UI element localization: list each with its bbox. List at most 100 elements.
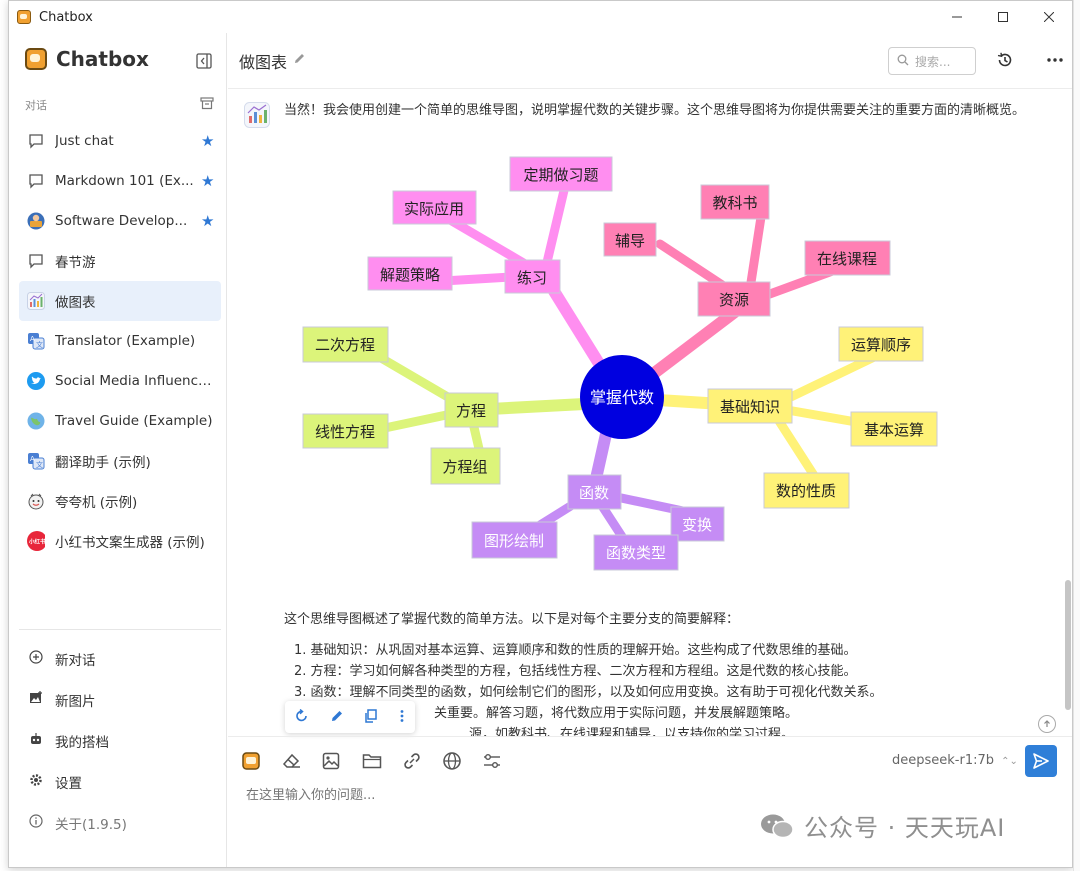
node-label: 解题策略 [380,266,440,284]
new-image-label: 新图片 [55,693,96,710]
settings-label: 设置 [55,775,82,792]
chat-settings-button[interactable] [482,749,522,773]
robot-icon [27,732,45,750]
message-list: 当然！我会使用创建一个简单的思维导图，说明掌握代数的关键步骤。这个思维导图将为你… [228,90,1072,736]
conversation-item-markdown-101[interactable]: Markdown 101 (Ex... ★ [19,161,221,201]
node-functions-transform: 变换 [670,506,725,542]
node-label: 变换 [682,516,712,534]
pencil-icon [331,710,342,721]
conversation-list: Just chat ★ Markdown 101 (Ex... ★ Softwa… [19,121,221,561]
conversation-label: Social Media Influencer ... [55,373,221,389]
brand-name: Chatbox [56,47,149,71]
assistant-message-intro: 当然！我会使用创建一个简单的思维导图，说明掌握代数的关键步骤。这个思维导图将为你… [284,103,1026,118]
conversation-item-translation-assistant[interactable]: A文 翻译助手 (示例) [19,441,221,481]
link-icon [404,753,420,769]
about-label: 关于(1.9.5) [55,816,127,833]
more-options-button[interactable] [1046,51,1064,73]
web-search-button[interactable] [442,749,482,773]
svg-text:文: 文 [36,460,43,469]
message-input[interactable] [244,787,844,804]
node-equations: 方程 [444,392,499,428]
conversation-item-spring-trip[interactable]: 春节游 [19,241,221,281]
regenerate-button[interactable] [295,708,309,727]
copy-message-button[interactable] [364,708,378,727]
node-label: 练习 [517,269,547,287]
close-window-button[interactable] [1026,1,1072,33]
star-icon[interactable]: ★ [201,212,217,230]
my-copilots-label: 我的搭档 [55,734,109,751]
attach-file-button[interactable] [362,749,402,773]
settings-button[interactable]: 设置 [19,761,221,802]
node-label: 辅导 [615,232,645,250]
gear-icon [27,773,45,791]
collapse-sidebar-button[interactable] [196,53,212,73]
conversation-item-software-developer[interactable]: Software Develop... ★ [19,201,221,241]
node-equations-linear: 线性方程 [302,413,389,449]
clear-context-button[interactable] [282,749,322,773]
about-button[interactable]: 关于(1.9.5) [19,802,221,843]
window-title: Chatbox [39,9,93,25]
node-label: 函数 [579,484,609,502]
chart-icon [244,102,270,128]
attach-image-button[interactable] [322,749,362,773]
node-label: 定期做习题 [523,166,598,184]
wechat-icon [761,814,794,838]
send-button[interactable] [1025,745,1057,777]
chatbox-logo-icon [242,752,260,770]
scrollbar-thumb[interactable] [1065,580,1071,710]
model-name: deepseek-r1:7b [892,753,995,768]
more-message-actions-button[interactable] [399,708,405,727]
conversation-item-travel-guide[interactable]: Travel Guide (Example) [19,401,221,441]
conversation-label: 夸夸机 (示例) [55,495,138,511]
node-label: 基本运算 [864,421,924,439]
conversation-item-praise-bot[interactable]: 夸夸机 (示例) [19,481,221,521]
watermark-text: 公众号 · 天天玩AI [804,814,1006,842]
maximize-button[interactable] [980,1,1026,33]
conversation-label: 做图表 [55,295,96,311]
send-icon [1033,753,1049,769]
node-label: 方程 [456,402,486,420]
globe-icon [27,412,45,430]
mindmap-center-node: 掌握代数 [580,355,664,439]
list-item: 2. 方程：学习如何解各种类型的方程，包括线性方程、二次方程和方程组。这是代数的… [294,664,857,679]
node-resources-tutoring: 辅导 [603,222,657,257]
my-copilots-button[interactable]: 我的搭档 [19,720,221,761]
star-icon[interactable]: ★ [201,172,217,190]
copilot-button[interactable] [242,749,282,773]
conversation-item-just-chat[interactable]: Just chat ★ [19,121,221,161]
clear-conversations-button[interactable] [200,95,214,114]
conversation-item-social-media[interactable]: Social Media Influencer ... [19,361,221,401]
star-icon[interactable]: ★ [201,132,217,150]
model-selector[interactable]: deepseek-r1:7b ⌃⌄ [892,753,1018,768]
node-basics-order: 运算顺序 [838,326,924,362]
plus-circle-icon [27,649,45,668]
edit-message-button[interactable] [330,708,344,727]
new-image-button[interactable]: 新图片 [19,679,221,720]
conversation-label: 春节游 [55,255,96,271]
conversation-item-translator[interactable]: A文 Translator (Example) [19,321,221,361]
app-window: Chatbox Chatbox 对话 Just chat ★ Markdown … [8,0,1073,868]
new-chat-button[interactable]: 新对话 [19,638,221,679]
chat-bubble-icon [27,172,45,190]
assistant-message-summary: 这个思维导图概述了掌握代数的简单方法。以下是对每个主要分支的简要解释： [284,612,740,627]
node-label: 二次方程 [315,336,375,354]
sidebar: Chatbox 对话 Just chat ★ Markdown 101 (Ex.… [9,33,227,867]
center-node-label: 掌握代数 [590,388,654,407]
message-scrollbar[interactable] [1064,90,1072,736]
search-button[interactable]: 搜索... [888,47,976,75]
attach-link-button[interactable] [402,749,442,773]
conversation-item-make-chart[interactable]: 做图表 [19,281,221,321]
chevron-updown-icon: ⌃⌄ [1001,756,1018,767]
conversation-label: Travel Guide (Example) [55,413,213,429]
sidebar-collapse-icon [196,53,212,69]
scroll-to-top-button[interactable] [1038,715,1056,733]
conversation-item-xiaohongshu[interactable]: 小红书 小红书文案生成器 (示例) [19,521,221,561]
minimize-button[interactable] [934,1,980,33]
node-label: 数的性质 [776,482,836,500]
conversation-label: Just chat [55,133,114,149]
archive-trash-icon [200,97,214,110]
node-label: 运算顺序 [851,336,911,354]
edit-title-button[interactable] [293,52,306,69]
history-button[interactable] [996,51,1014,73]
node-label: 实际应用 [404,200,464,218]
